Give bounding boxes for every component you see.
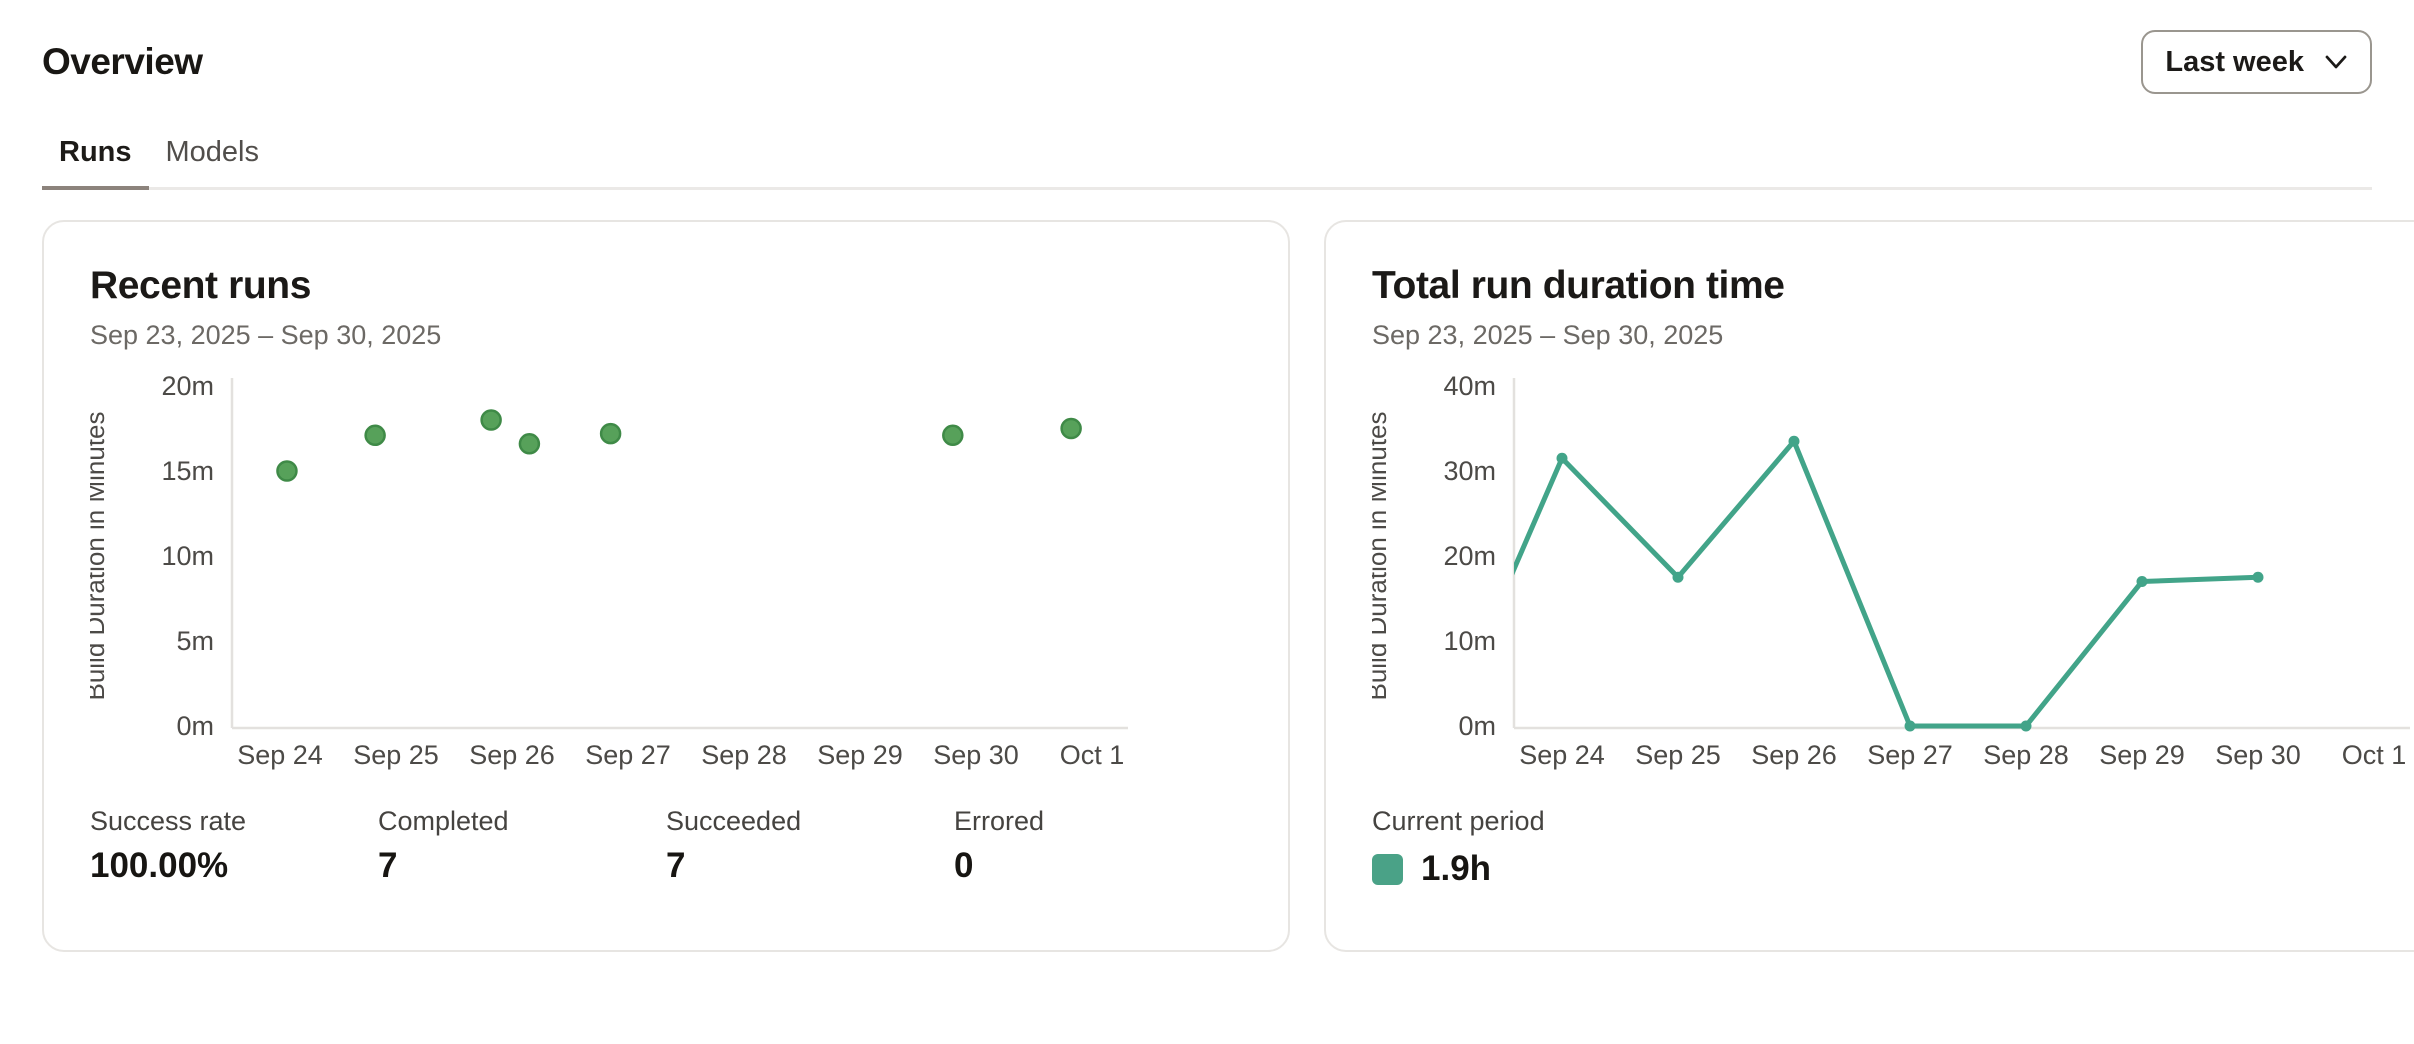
x-tick-label: Sep 29 [2099,740,2185,770]
x-tick-label: Sep 26 [1751,740,1837,770]
recent-runs-date-range: Sep 23, 2025 – Sep 30, 2025 [90,318,1242,352]
recent-runs-scatter-chart: 0m 5m 10m 15m 20m Sep 24 Sep 25 Sep 26 Sep 27 Sep… [90,376,1142,786]
stat-label: Completed [378,804,666,838]
legend-row: 1.9h [1372,848,2414,890]
legend-label: Current period [1372,804,2414,838]
stat-value: 7 [666,844,954,888]
x-tick-label: Sep 27 [1867,740,1953,770]
page-header: Overview Last week [42,30,2372,94]
stat-completed: Completed 7 [378,804,666,888]
x-tick-label: Sep 29 [817,740,903,770]
y-tick-label: 30m [1443,456,1496,486]
total-run-duration-card: Total run duration time Sep 23, 2025 – S… [1324,220,2414,952]
tab-runs[interactable]: Runs [42,122,149,190]
legend-value: 1.9h [1421,848,1491,890]
y-tick-label: 0m [176,711,214,741]
recent-runs-card: Recent runs Sep 23, 2025 – Sep 30, 2025 … [42,220,1290,952]
stat-success-rate: Success rate 100.00% [90,804,378,888]
tab-bar: Runs Models [42,122,2372,190]
y-tick-label: 5m [176,626,214,656]
y-tick-label: 10m [1443,626,1496,656]
x-tick-label: Sep 30 [2215,740,2301,770]
x-tick-label: Sep 24 [237,740,323,770]
stat-succeeded: Succeeded 7 [666,804,954,888]
chart-axes [1514,378,2410,728]
stat-value: 7 [378,844,666,888]
line-series [1441,436,2264,732]
stat-label: Errored [954,804,1242,838]
x-tick-label: Oct 1 [1060,740,1125,770]
x-tick-label: Sep 28 [1983,740,2069,770]
chevron-down-icon [2324,54,2348,70]
x-tick-label: Oct 1 [2342,740,2407,770]
y-tick-label: 20m [1443,541,1496,571]
x-tick-label: Sep 27 [585,740,671,770]
y-tick-label: 0m [1458,711,1496,741]
y-axis-title: Build Duration in Minutes [90,411,110,700]
period-selector-label: Last week [2165,43,2304,81]
y-axis-title: Build Duration in Minutes [1372,411,1392,700]
total-run-duration-date-range: Sep 23, 2025 – Sep 30, 2025 [1372,318,2414,352]
x-tick-label: Sep 24 [1519,740,1605,770]
stat-label: Succeeded [666,804,954,838]
stat-value: 100.00% [90,844,378,888]
legend-swatch [1372,854,1403,885]
x-tick-label: Sep 25 [353,740,439,770]
y-tick-label: 40m [1443,376,1496,401]
period-selector-button[interactable]: Last week [2141,30,2372,94]
x-tick-label: Sep 26 [469,740,555,770]
x-tick-label: Sep 25 [1635,740,1721,770]
recent-runs-stats: Success rate 100.00% Completed 7 Succeed… [90,804,1242,888]
recent-runs-title: Recent runs [90,262,1242,310]
x-tick-label: Sep 28 [701,740,787,770]
tab-models[interactable]: Models [149,122,277,190]
y-tick-label: 10m [161,541,214,571]
page-title: Overview [42,37,203,87]
stat-value: 0 [954,844,1242,888]
total-run-duration-line-chart: 0m 10m 20m 30m 40m Sep 24 Sep 25 Sep 26 Sep 27 Se… [1372,376,2414,786]
y-tick-label: 20m [161,376,214,401]
scatter-series [277,411,1080,481]
overview-page: Overview Last week Runs Models Recent ru… [0,30,2414,952]
y-tick-label: 15m [161,456,214,486]
x-tick-label: Sep 30 [933,740,1019,770]
stat-errored: Errored 0 [954,804,1242,888]
cards-row: Recent runs Sep 23, 2025 – Sep 30, 2025 … [42,220,2372,952]
current-period-legend: Current period 1.9h [1372,804,2414,890]
stat-label: Success rate [90,804,378,838]
total-run-duration-title: Total run duration time [1372,262,2414,310]
